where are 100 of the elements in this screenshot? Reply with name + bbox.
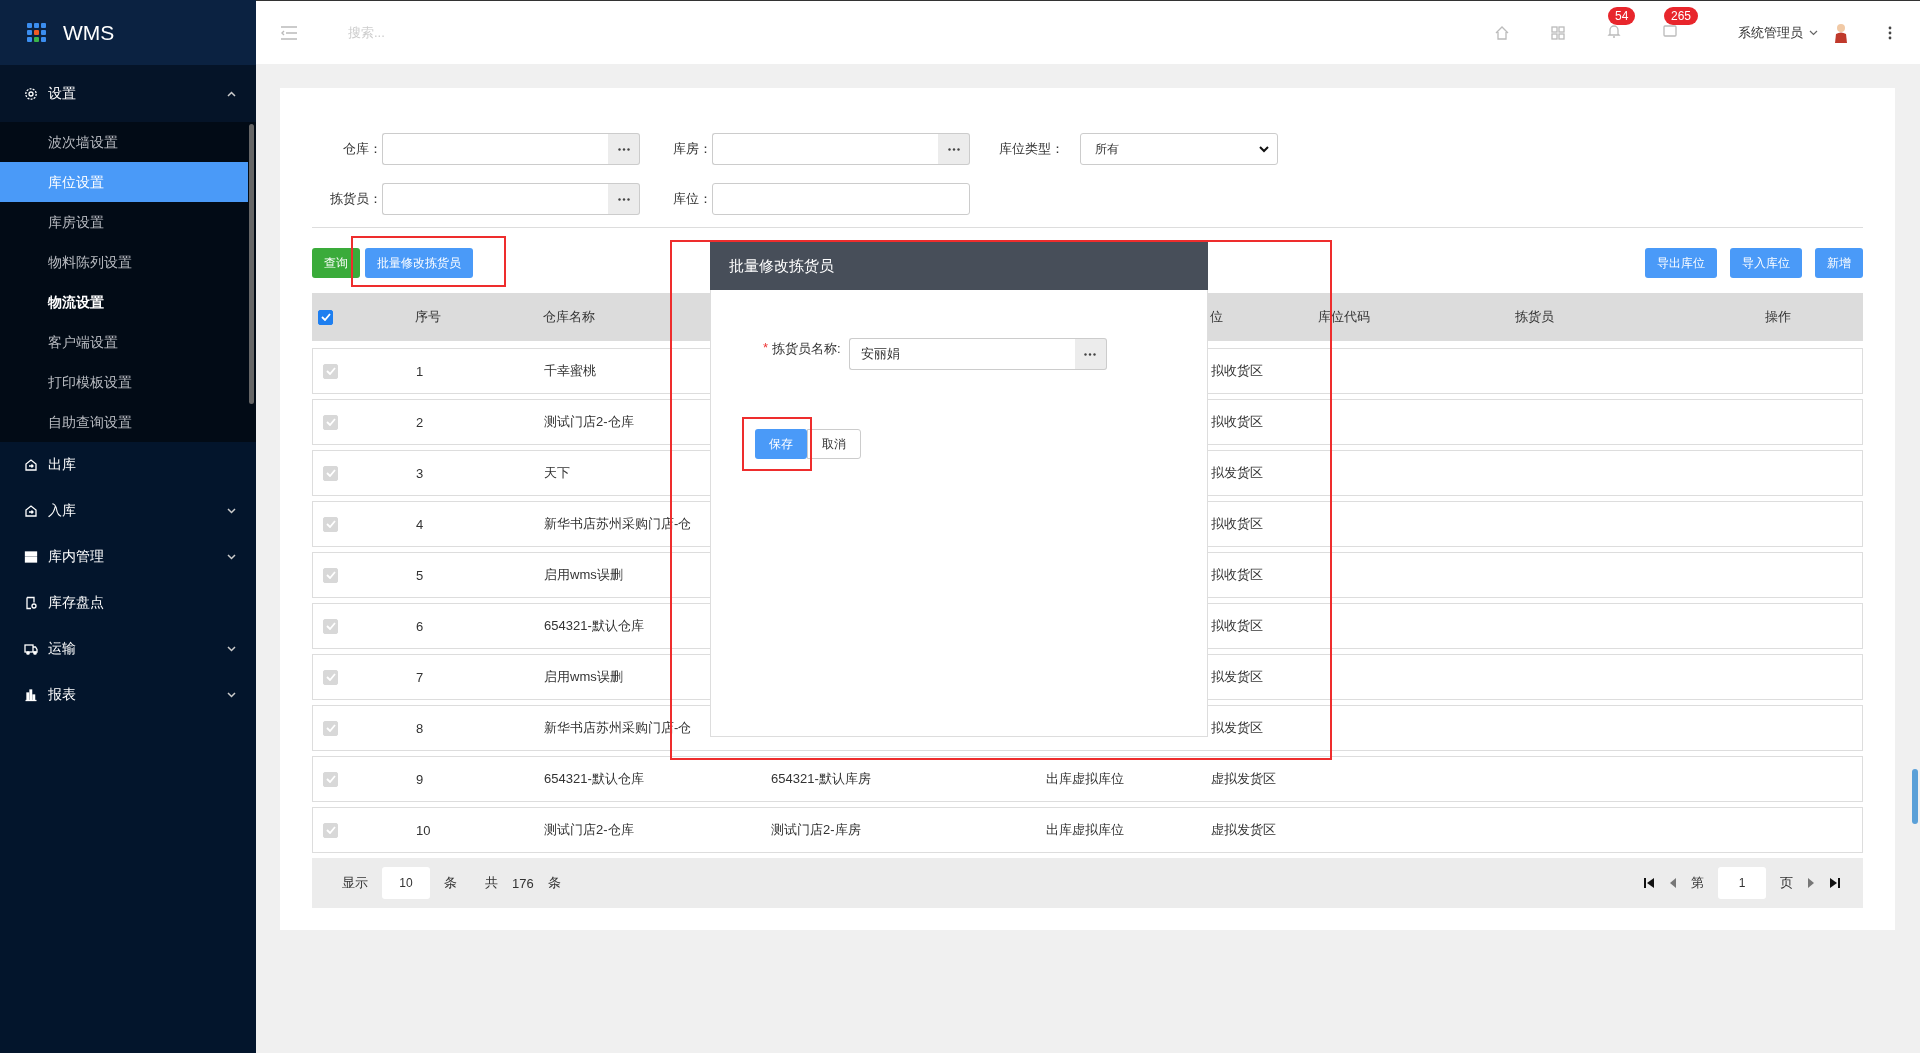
house-arrow-icon — [24, 458, 38, 472]
page-number-field[interactable]: 1 — [1718, 867, 1766, 899]
scrollbar-thumb[interactable] — [1912, 769, 1918, 824]
table-cell-text: 10 — [416, 822, 432, 838]
table-cell-text: 拟发货区 — [1210, 668, 1264, 686]
last-page-icon[interactable] — [1829, 877, 1841, 889]
table-cell-text: 千幸蜜桃 — [544, 362, 597, 380]
table-cell-text: 虚拟发货区 — [1210, 821, 1277, 839]
truck-icon — [24, 642, 38, 656]
table-cell-text: 3 — [416, 465, 425, 481]
pager-label: 条 — [547, 874, 561, 892]
table-cell-text: 654321-默认仓库 — [544, 617, 645, 635]
chevron-down-icon — [1809, 29, 1818, 36]
table-cell-text: 2 — [416, 414, 425, 430]
menu-label: 入库 — [48, 502, 77, 520]
house-arrow-icon — [24, 504, 38, 518]
filter-label: 库位类型： — [998, 140, 1064, 158]
submenu-item[interactable]: 自助查询设置 — [0, 402, 248, 442]
table-cell-text: 启用wms误删 — [544, 668, 624, 686]
gear-icon — [24, 86, 38, 101]
pager-label: 显示 — [342, 874, 368, 892]
submenu-item[interactable]: 库房设置 — [0, 202, 248, 242]
table-cell-text: 654321-默认仓库 — [544, 770, 645, 788]
column-header: 操作 — [1765, 308, 1792, 326]
pager-label: 条 — [444, 874, 457, 892]
chevron-down-icon — [1259, 145, 1269, 153]
sidebar-item[interactable]: 运输 — [0, 626, 256, 672]
table-cell-text: 1 — [416, 363, 425, 379]
table-cell-text: 出库虚拟库位 — [1046, 770, 1125, 788]
next-page-icon[interactable] — [1807, 877, 1815, 889]
filter-label: 库房： — [672, 140, 712, 158]
bell-icon[interactable] — [1606, 23, 1622, 39]
table-cell-text: 测试门店2-仓库 — [544, 413, 635, 431]
table-cell-text: 拟发货区 — [1210, 464, 1264, 482]
pager-label: 页 — [1780, 874, 1793, 892]
table-cell-text: 654321-默认库房 — [771, 770, 872, 788]
table-cell-text: 拟收货区 — [1210, 362, 1264, 380]
count-badge: 54 — [1608, 7, 1636, 25]
column-header: 位 — [1209, 308, 1224, 326]
table-cell-text: 启用wms误删 — [544, 566, 624, 584]
menu-label: 设置 — [48, 84, 77, 103]
table-cell-text: 拟收货区 — [1210, 413, 1264, 431]
table-cell-text: 拟收货区 — [1210, 515, 1264, 533]
filter-label: 拣货员： — [329, 190, 382, 208]
dialog-title: 批量修改拣货员 — [710, 242, 1208, 290]
sidebar-item[interactable]: 报表 — [0, 672, 256, 718]
table-cell-text: 5 — [416, 567, 425, 583]
sidebar-item[interactable]: 库内管理 — [0, 534, 256, 580]
document-search-icon — [24, 596, 38, 610]
column-header: 拣货员 — [1515, 308, 1555, 326]
menu-label: 库内管理 — [48, 548, 105, 566]
filter-label: 仓库： — [342, 140, 382, 158]
filter-label: 库位： — [672, 190, 712, 208]
column-header: 库位代码 — [1318, 308, 1371, 326]
menu-label: 报表 — [48, 686, 77, 704]
first-page-icon[interactable] — [1643, 877, 1655, 889]
table-cell-text: 出库虚拟库位 — [1046, 821, 1125, 839]
column-header: 仓库名称 — [543, 308, 596, 326]
total-count: 176 — [512, 875, 534, 891]
submenu-item[interactable]: 波次墙设置 — [0, 122, 248, 162]
message-icon[interactable] — [1662, 23, 1678, 39]
table-cell-text: 7 — [416, 669, 425, 685]
table-cell-text: 6 — [416, 618, 425, 634]
table-cell-text: 天下 — [544, 464, 571, 482]
menu-icon[interactable] — [280, 25, 298, 40]
column-header: 序号 — [415, 308, 442, 326]
submenu-item[interactable]: 物流设置 — [0, 282, 248, 322]
table-cell-text: 9 — [416, 771, 425, 787]
table-cell-text: 4 — [416, 516, 425, 532]
required-mark: * — [763, 340, 769, 355]
table-cell-text: 8 — [416, 720, 425, 736]
count-badge: 265 — [1664, 7, 1699, 25]
scrollbar-thumb[interactable] — [249, 124, 254, 404]
page-size-field[interactable]: 10 — [382, 867, 430, 899]
text-field[interactable] — [712, 183, 970, 215]
bar-chart-icon — [24, 688, 38, 702]
user-name[interactable]: 系统管理员 — [1738, 23, 1803, 42]
table-cell-text: 测试门店2-库房 — [771, 821, 862, 839]
submenu-item[interactable]: 物料陈列设置 — [0, 242, 248, 282]
avatar-figure-icon[interactable] — [1834, 22, 1848, 43]
field-label: 拣货员名称: — [772, 340, 841, 358]
table-cell-text: 测试门店2-仓库 — [544, 821, 635, 839]
select-all-checkbox[interactable] — [318, 309, 333, 325]
table-cell-text: 虚拟发货区 — [1210, 770, 1277, 788]
type-select[interactable]: 所有 — [1080, 133, 1278, 165]
dialog-button[interactable]: 取消 — [807, 429, 861, 459]
home-icon[interactable] — [1494, 24, 1510, 41]
more-icon[interactable] — [1888, 25, 1892, 40]
submenu-item[interactable]: 打印模板设置 — [0, 362, 248, 402]
table-cell-text: 拟收货区 — [1210, 566, 1264, 584]
previous-page-icon[interactable] — [1669, 877, 1677, 889]
sidebar-item[interactable]: 库存盘点 — [0, 580, 256, 626]
menu-label: 出库 — [48, 456, 77, 474]
sidebar-item[interactable]: 入库 — [0, 488, 256, 534]
sidebar-item[interactable]: 设置 — [0, 65, 256, 122]
table-cell-text: 拟收货区 — [1210, 617, 1264, 635]
sidebar-item[interactable]: 出库 — [0, 442, 256, 488]
submenu-item[interactable]: 客户端设置 — [0, 322, 248, 362]
grid-icon[interactable] — [1550, 24, 1566, 41]
table-cell-text: 拟发货区 — [1210, 719, 1264, 737]
